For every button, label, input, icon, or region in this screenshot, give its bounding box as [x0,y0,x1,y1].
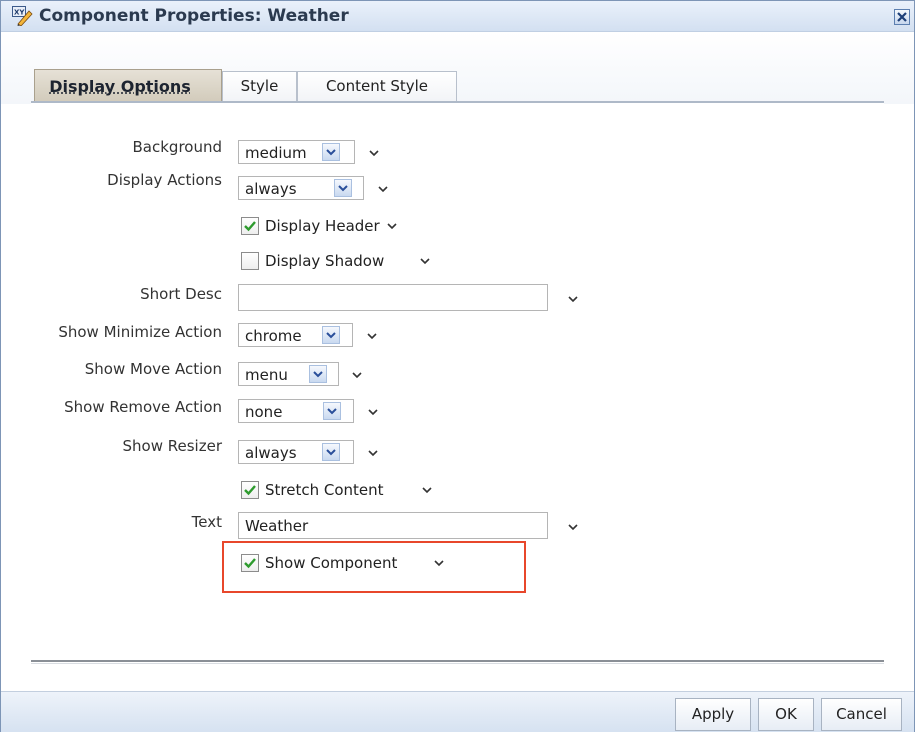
short-desc-label: Short Desc [140,285,222,303]
display-shadow-checkbox[interactable] [241,252,259,270]
show-move-action-label: Show Move Action [84,360,222,378]
display-actions-value: always [245,180,297,198]
apply-button[interactable]: Apply [675,698,751,731]
chevron-down-icon[interactable] [567,522,579,532]
show-minimize-action-select[interactable]: chrome [238,323,353,347]
show-remove-action-select[interactable]: none [238,399,354,423]
chevron-down-icon[interactable] [567,294,579,304]
display-header-label: Display Header [265,217,380,235]
dropdown-arrow-icon[interactable] [323,402,341,420]
svg-text:XY: XY [14,9,25,17]
tab-style-label: Style [240,77,279,95]
show-minimize-action-value: chrome [245,327,302,345]
dropdown-arrow-icon[interactable] [322,443,340,461]
show-component-label: Show Component [265,554,398,572]
text-field[interactable] [239,513,547,538]
show-move-action-value: menu [245,366,288,384]
tab-content-style[interactable]: Content Style [297,71,457,101]
background-select[interactable]: medium [238,140,355,164]
chevron-down-icon[interactable] [386,221,398,231]
show-component-checkbox[interactable] [241,554,259,572]
dropdown-arrow-icon[interactable] [322,143,340,161]
show-remove-action-value: none [245,403,283,421]
display-actions-select[interactable]: always [238,176,364,200]
chevron-down-icon[interactable] [419,256,431,266]
display-actions-label: Display Actions [107,171,222,189]
show-move-action-select[interactable]: menu [238,362,339,386]
display-header-checkbox[interactable] [241,217,259,235]
panel-bottom-rule [31,660,884,662]
chevron-down-icon[interactable] [351,370,363,380]
short-desc-field[interactable] [239,285,547,310]
chevron-down-icon[interactable] [433,558,445,568]
show-resizer-select[interactable]: always [238,440,354,464]
chevron-down-icon[interactable] [377,184,389,194]
stretch-content-label: Stretch Content [265,481,384,499]
text-input[interactable] [238,512,548,539]
chevron-down-icon[interactable] [367,407,379,417]
stretch-content-row: Stretch Content [241,481,421,503]
dropdown-arrow-icon[interactable] [309,365,327,383]
chevron-down-icon[interactable] [368,148,380,158]
close-x-icon[interactable] [894,9,910,25]
show-component-row: Show Component [241,554,421,576]
display-shadow-row: Display Shadow [241,252,421,274]
cancel-button[interactable]: Cancel [821,698,902,731]
dropdown-arrow-icon[interactable] [322,326,340,344]
show-resizer-label: Show Resizer [122,437,222,455]
show-resizer-value: always [245,444,297,462]
dialog-title: Component Properties: Weather [39,6,349,26]
chevron-down-icon[interactable] [366,331,378,341]
background-value: medium [245,144,307,162]
show-remove-action-label: Show Remove Action [64,398,222,416]
stretch-content-checkbox[interactable] [241,481,259,499]
display-shadow-label: Display Shadow [265,252,385,270]
dropdown-arrow-icon[interactable] [334,179,352,197]
tab-display-options[interactable]: Display Options [34,69,222,102]
tab-content-style-label: Content Style [325,77,429,95]
dialog-title-bar: XY Component Properties: Weather [1,1,914,32]
tab-style[interactable]: Style [222,71,297,101]
component-properties-dialog: XY Component Properties: Weather Display… [0,0,915,732]
ok-button[interactable]: OK [758,698,814,731]
background-label: Background [132,138,223,156]
chevron-down-icon[interactable] [367,448,379,458]
xy-pen-icon: XY [12,6,33,27]
tab-display-options-label: Display Options [49,77,191,96]
text-label: Text [191,513,222,531]
show-minimize-action-label: Show Minimize Action [58,323,222,341]
short-desc-input[interactable] [238,284,548,311]
chevron-down-icon[interactable] [421,485,433,495]
panel-bottom-rule-shadow [31,663,884,664]
